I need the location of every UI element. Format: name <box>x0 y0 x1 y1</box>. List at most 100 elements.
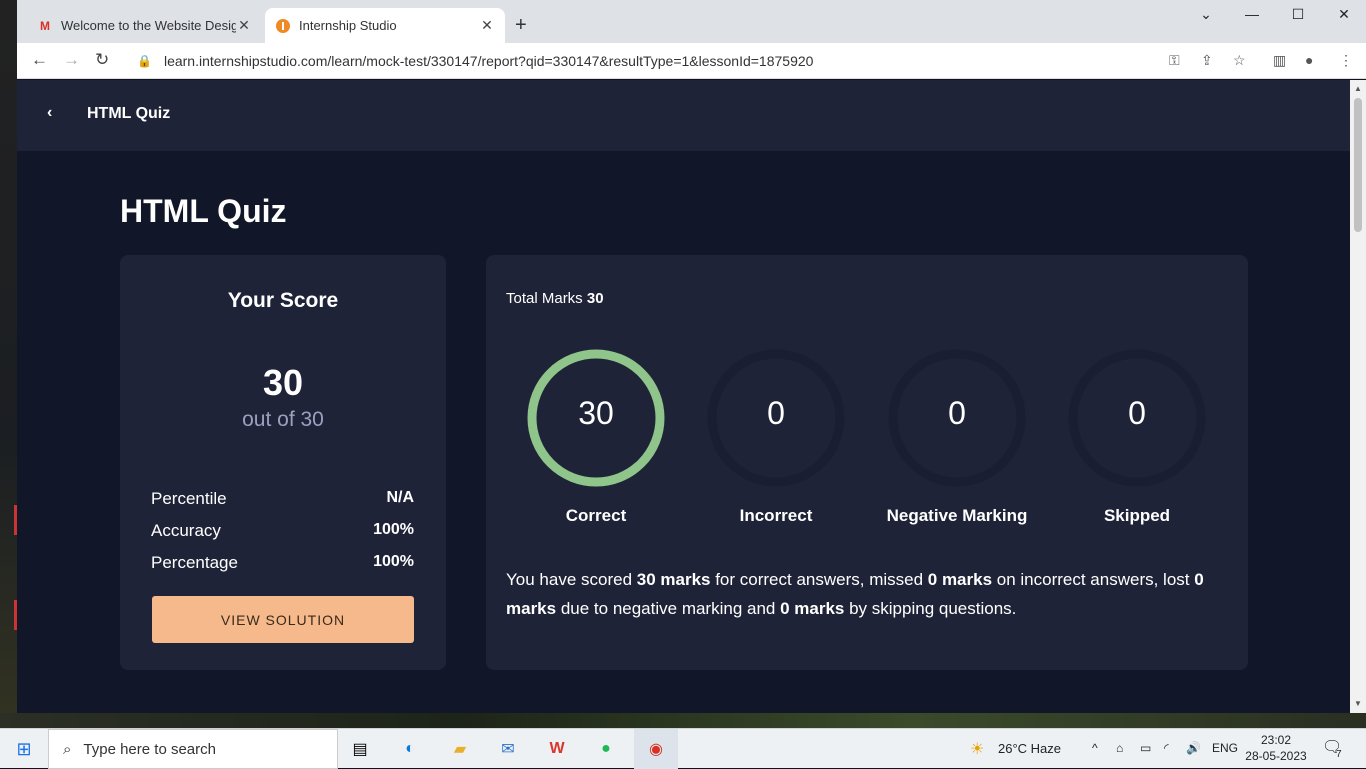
stat-label: Accuracy <box>151 521 221 540</box>
score-out-of: out of 30 <box>242 408 324 431</box>
url-field[interactable]: 🔒 learn.internshipstudio.com/learn/mock-… <box>127 47 1242 75</box>
summary-text: for correct answers, missed <box>710 570 928 589</box>
stat-row-accuracy: Accuracy 100% <box>151 521 414 541</box>
volume-icon[interactable]: 🔊 <box>1186 741 1201 755</box>
ring-correct: 30 <box>524 346 668 490</box>
close-icon[interactable]: ✕ <box>236 17 252 34</box>
view-solution-button[interactable]: VIEW SOLUTION <box>152 596 414 643</box>
ring-skipped: 0 <box>1065 346 1209 490</box>
mail-icon[interactable]: ✉ <box>488 729 528 769</box>
star-icon[interactable]: ☆ <box>1233 52 1246 69</box>
share-icon[interactable]: ⇪ <box>1201 52 1213 69</box>
desktop-wallpaper-strip <box>0 713 1366 728</box>
key-icon[interactable]: ⚿ <box>1169 52 1180 69</box>
weather-text[interactable]: 26°C Haze <box>998 741 1061 756</box>
scroll-down-icon[interactable]: ▼ <box>1354 699 1362 708</box>
tab-title: Welcome to the Website Design <box>61 18 236 33</box>
marks-card: Total Marks 30 30 Correct 0 Incorrect 0 … <box>486 255 1248 670</box>
score-summary: You have scored 30 marks for correct ans… <box>506 565 1226 623</box>
search-icon: ⌕ <box>63 740 72 758</box>
scroll-up-icon[interactable]: ▲ <box>1354 84 1362 93</box>
summary-bold: 0 marks <box>780 599 845 618</box>
stat-row-percentile: Percentile N/A <box>151 489 414 509</box>
chrome-icon[interactable]: ◉ <box>634 729 678 769</box>
notification-count: 7 <box>1336 749 1342 760</box>
task-view-icon[interactable]: ▤ <box>340 729 380 769</box>
url-text: learn.internshipstudio.com/learn/mock-te… <box>163 53 814 69</box>
page-scrollbar[interactable]: ▲ ▼ <box>1350 80 1366 713</box>
menu-icon[interactable]: ⋮ <box>1339 52 1353 69</box>
nav-title: HTML Quiz <box>87 105 171 122</box>
ring-label-skipped: Skipped <box>1103 506 1171 525</box>
chevron-down-icon[interactable]: ⌄ <box>1191 6 1221 23</box>
score-card: Your Score 30 out of 30 Percentile N/A A… <box>120 255 446 670</box>
top-navigation: ‹ HTML Quiz <box>17 80 1350 151</box>
ring-label-correct: Correct <box>565 506 627 525</box>
windows-start-icon[interactable]: ⊞ <box>4 729 44 769</box>
forward-icon[interactable]: → <box>63 50 80 70</box>
taskbar-search[interactable]: ⌕ Type here to search <box>48 729 338 769</box>
back-chevron-icon[interactable]: ‹ <box>47 104 52 122</box>
maximize-icon[interactable]: ☐ <box>1283 6 1313 23</box>
profile-avatar-icon[interactable]: ● <box>1305 52 1313 68</box>
edge-icon[interactable]: ◐ <box>390 729 430 769</box>
ring-incorrect: 0 <box>704 346 848 490</box>
summary-text: by skipping questions. <box>844 599 1017 618</box>
ring-negative-marking: 0 <box>885 346 1029 490</box>
page-content: ‹ HTML Quiz HTML Quiz Your Score 30 out … <box>17 80 1350 713</box>
browser-window: M Welcome to the Website Design ✕ Intern… <box>17 0 1366 713</box>
search-placeholder: Type here to search <box>83 740 216 758</box>
tab-internship-studio[interactable]: Internship Studio ✕ <box>265 8 505 43</box>
stat-value: N/A <box>386 489 414 506</box>
ring-value: 30 <box>578 395 614 431</box>
ring-value: 0 <box>767 395 785 431</box>
summary-text: on incorrect answers, lost <box>992 570 1195 589</box>
wifi-icon[interactable]: ◜ <box>1164 741 1169 755</box>
stat-value: 100% <box>373 521 414 538</box>
stat-value: 100% <box>373 553 414 570</box>
chevron-up-icon[interactable]: ^ <box>1092 741 1098 755</box>
back-icon[interactable]: ← <box>31 50 48 70</box>
clock-date[interactable]: 28-05-2023 <box>1244 749 1308 763</box>
total-marks: Total Marks 30 <box>506 290 604 307</box>
network-icon[interactable]: ⌂ <box>1116 741 1123 755</box>
summary-text: due to negative marking and <box>556 599 781 618</box>
total-marks-value: 30 <box>586 290 604 307</box>
tab-title: Internship Studio <box>299 18 397 33</box>
new-tab-icon[interactable]: + <box>515 14 527 37</box>
stat-row-percentage: Percentage 100% <box>151 553 414 573</box>
summary-bold: 30 marks <box>636 570 711 589</box>
scrollbar-thumb[interactable] <box>1354 98 1362 232</box>
taskbar: ⊞ ⌕ Type here to search ▤ ◐ ▰ ✉ W ● ◉ ☀ … <box>0 728 1366 769</box>
ring-label-negative-marking: Negative Marking <box>886 506 1028 525</box>
address-bar: ← → ↻ 🔒 learn.internshipstudio.com/learn… <box>17 43 1366 79</box>
score-value: 30 <box>262 362 304 403</box>
side-panel-icon[interactable]: ▥ <box>1273 52 1286 69</box>
reload-icon[interactable]: ↻ <box>95 50 109 70</box>
total-marks-label: Total Marks <box>506 290 583 307</box>
window-close-icon[interactable]: ✕ <box>1329 6 1359 23</box>
ring-value: 0 <box>948 395 966 431</box>
stat-label: Percentage <box>151 553 238 572</box>
summary-text: You have scored <box>506 570 637 589</box>
weather-icon[interactable]: ☀ <box>970 739 984 759</box>
ring-value: 0 <box>1128 395 1146 431</box>
spotify-icon[interactable]: ● <box>586 729 626 769</box>
clock-time[interactable]: 23:02 <box>1248 733 1304 747</box>
close-icon[interactable]: ✕ <box>479 17 495 34</box>
ring-label-incorrect: Incorrect <box>739 506 813 525</box>
tab-bar: M Welcome to the Website Design ✕ Intern… <box>17 0 1366 43</box>
minimize-icon[interactable]: — <box>1237 6 1267 22</box>
internship-studio-icon <box>275 18 291 34</box>
lock-icon: 🔒 <box>137 54 152 68</box>
battery-icon[interactable]: ▭ <box>1140 741 1151 755</box>
wps-office-icon[interactable]: W <box>537 729 577 769</box>
summary-bold: 0 marks <box>927 570 993 589</box>
tab-gmail[interactable]: M Welcome to the Website Design ✕ <box>27 8 262 43</box>
score-heading: Your Score <box>227 289 339 312</box>
stat-label: Percentile <box>151 489 227 508</box>
language-indicator[interactable]: ENG <box>1212 741 1238 755</box>
gmail-icon: M <box>40 18 50 33</box>
file-explorer-icon[interactable]: ▰ <box>440 729 480 769</box>
page-title: HTML Quiz <box>120 193 287 229</box>
